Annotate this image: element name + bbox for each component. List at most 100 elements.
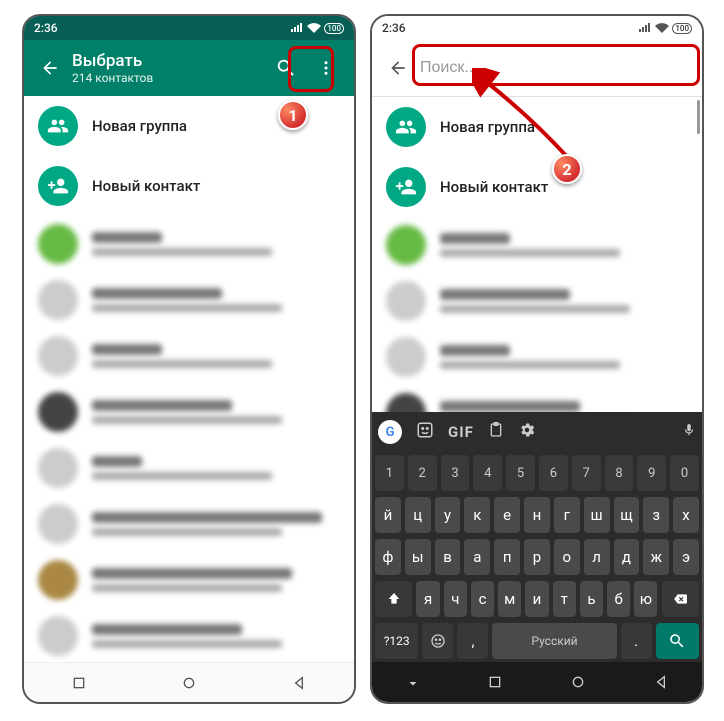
status-bar: 2:36 100 (372, 16, 702, 40)
contact-row[interactable] (24, 496, 354, 552)
search-button[interactable] (266, 48, 306, 88)
key-4[interactable]: 4 (473, 455, 502, 491)
backspace-key[interactable] (662, 581, 699, 617)
appbar-title: Выбрать (72, 51, 266, 71)
keyboard-toolbar: G GIF (372, 412, 702, 452)
contact-row[interactable] (372, 217, 702, 273)
app-bar: Выбрать 214 контактов (24, 40, 354, 96)
key-б[interactable]: б (607, 581, 630, 617)
key-п[interactable]: п (494, 539, 520, 575)
google-icon[interactable]: G (378, 420, 402, 444)
key-ы[interactable]: ы (405, 539, 431, 575)
back-button[interactable] (32, 50, 68, 86)
nav-home-icon[interactable] (181, 675, 197, 691)
contact-row[interactable] (24, 440, 354, 496)
key-м[interactable]: м (498, 581, 521, 617)
nav-recent-icon[interactable] (71, 675, 87, 691)
contact-row[interactable] (372, 273, 702, 329)
key-т[interactable]: т (553, 581, 576, 617)
key-2[interactable]: 2 (408, 455, 437, 491)
clipboard-icon[interactable] (488, 421, 504, 443)
key-ь[interactable]: ь (580, 581, 603, 617)
contact-row[interactable] (24, 608, 354, 664)
emoji-key[interactable] (422, 623, 453, 659)
key-1[interactable]: 1 (375, 455, 404, 491)
key-ц[interactable]: ц (405, 497, 431, 533)
search-action-key[interactable] (656, 623, 699, 659)
new-contact-label: Новый контакт (92, 177, 200, 195)
add-contact-icon (386, 167, 426, 207)
key-о[interactable]: о (554, 539, 580, 575)
menu-button[interactable] (306, 48, 346, 88)
back-button[interactable] (380, 50, 416, 86)
key-к[interactable]: к (464, 497, 490, 533)
status-icons: 100 (290, 23, 344, 34)
key-л[interactable]: л (584, 539, 610, 575)
key-0[interactable]: 0 (670, 455, 699, 491)
status-icons: 100 (638, 23, 692, 34)
symbols-key[interactable]: ?123 (375, 623, 418, 659)
key-э[interactable]: э (673, 539, 699, 575)
contact-row[interactable] (24, 216, 354, 272)
key-й[interactable]: й (375, 497, 401, 533)
nav-back-icon[interactable] (291, 675, 307, 691)
status-time: 2:36 (382, 21, 406, 35)
shift-key[interactable] (375, 581, 412, 617)
key-3[interactable]: 3 (441, 455, 470, 491)
key-5[interactable]: 5 (506, 455, 535, 491)
key-е[interactable]: е (494, 497, 520, 533)
contact-row[interactable] (24, 328, 354, 384)
key-ч[interactable]: ч (444, 581, 467, 617)
key-с[interactable]: с (471, 581, 494, 617)
nav-home-icon[interactable] (570, 674, 586, 690)
contact-row[interactable] (24, 552, 354, 608)
gif-icon[interactable]: GIF (448, 423, 474, 441)
group-icon (38, 106, 78, 146)
key-ш[interactable]: ш (584, 497, 610, 533)
key-6[interactable]: 6 (539, 455, 568, 491)
key-щ[interactable]: щ (614, 497, 640, 533)
key-н[interactable]: н (524, 497, 550, 533)
key-9[interactable]: 9 (637, 455, 666, 491)
key-г[interactable]: г (554, 497, 580, 533)
key-8[interactable]: 8 (605, 455, 634, 491)
key-ю[interactable]: ю (634, 581, 657, 617)
key-7[interactable]: 7 (572, 455, 601, 491)
step-badge-1: 1 (278, 100, 308, 130)
key-я[interactable]: я (416, 581, 439, 617)
key-х[interactable]: х (673, 497, 699, 533)
step-badge-2: 2 (552, 154, 582, 184)
sticker-icon[interactable] (416, 421, 434, 443)
pointer-arrow (472, 68, 592, 168)
mic-icon[interactable] (682, 421, 696, 443)
period-key[interactable]: . (621, 623, 652, 659)
group-icon (386, 107, 426, 147)
key-и[interactable]: и (525, 581, 548, 617)
android-nav-bar (372, 662, 702, 702)
android-nav-bar (24, 662, 354, 702)
scroll-indicator (697, 100, 700, 134)
key-у[interactable]: у (435, 497, 461, 533)
nav-recent-icon[interactable] (487, 674, 503, 690)
add-contact-icon (38, 166, 78, 206)
comma-key[interactable]: , (457, 623, 488, 659)
keyboard-hide-icon[interactable] (406, 675, 420, 689)
contact-row[interactable] (372, 329, 702, 385)
new-contact-item[interactable]: Новый контакт (24, 156, 354, 216)
new-contact-label: Новый контакт (440, 178, 548, 196)
key-в[interactable]: в (435, 539, 461, 575)
nav-back-icon[interactable] (653, 674, 669, 690)
key-д[interactable]: д (614, 539, 640, 575)
key-ж[interactable]: ж (643, 539, 669, 575)
appbar-subtitle: 214 контактов (72, 71, 266, 85)
key-ф[interactable]: ф (375, 539, 401, 575)
settings-icon[interactable] (518, 421, 536, 443)
key-р[interactable]: р (524, 539, 550, 575)
on-screen-keyboard[interactable]: G GIF 1234567890 йцукенгшщзх фывапролджэ… (372, 412, 702, 662)
contact-row[interactable] (24, 384, 354, 440)
contact-list[interactable]: Новая группа Новый контакт (24, 96, 354, 664)
space-key[interactable]: Русский (492, 623, 616, 659)
key-з[interactable]: з (643, 497, 669, 533)
key-а[interactable]: а (464, 539, 490, 575)
contact-row[interactable] (24, 272, 354, 328)
